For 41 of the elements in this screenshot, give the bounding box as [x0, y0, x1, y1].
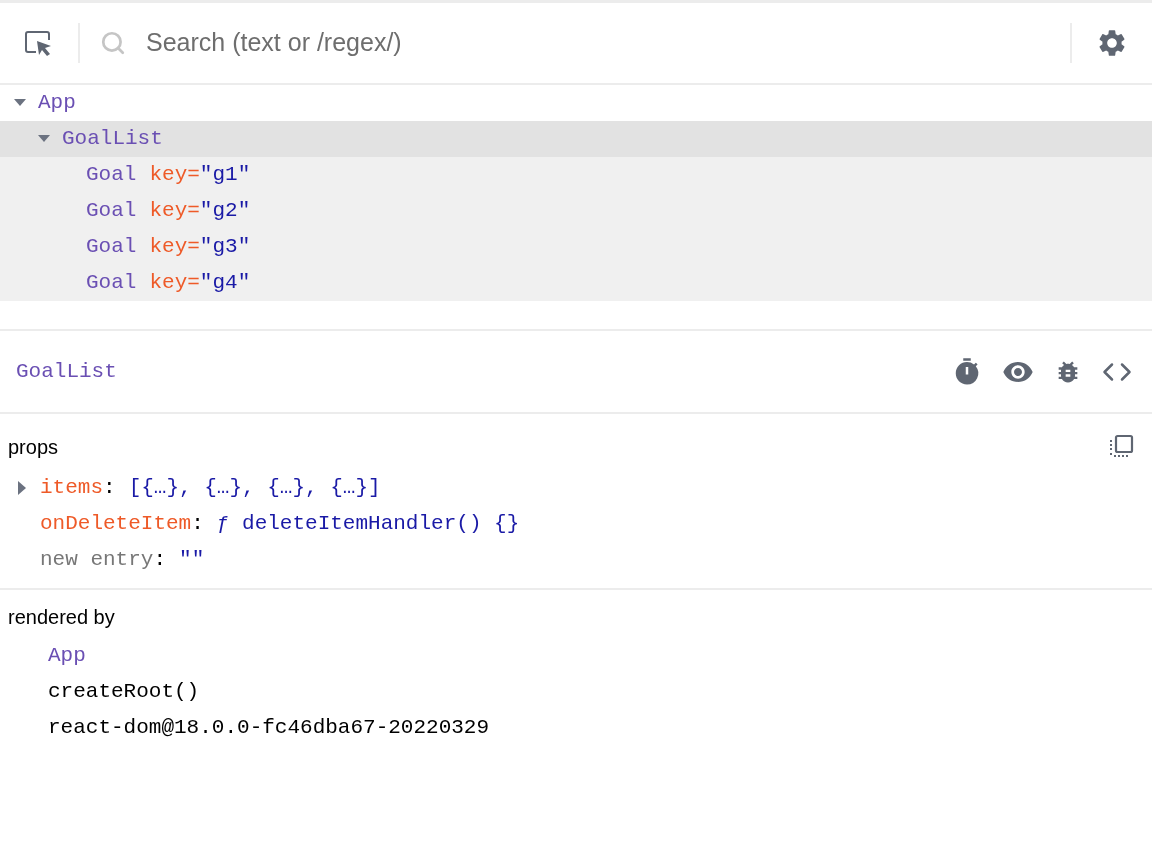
prop-name: onDeleteItem — [40, 511, 192, 538]
caret-down-icon[interactable] — [38, 135, 50, 143]
component-title: GoalList — [16, 358, 117, 385]
prop-value: ƒ deleteItemHandler() {} — [216, 511, 520, 538]
caret-right-icon[interactable] — [18, 481, 26, 495]
attribute-value: "g2" — [199, 198, 251, 225]
owner-text: createRoot() — [48, 679, 200, 706]
prop-value: [{…}, {…}, {…}, {…}] — [128, 475, 381, 502]
attribute-name: key= — [149, 234, 200, 261]
attribute-value: "g4" — [199, 270, 251, 297]
attribute-name: key= — [149, 162, 200, 189]
prop-name[interactable]: new entry — [40, 544, 154, 576]
prop-name: items — [40, 475, 103, 502]
attribute-name: key= — [149, 198, 200, 225]
search-icon — [100, 30, 126, 56]
component-name: Goal — [86, 234, 137, 261]
search-field[interactable]: Search (text or /regex/) — [146, 24, 1054, 62]
section-heading: props — [8, 435, 59, 460]
attribute-value: "g3" — [199, 234, 251, 261]
attribute-value: "g1" — [199, 162, 251, 189]
component-name: App — [38, 90, 76, 117]
owner-link[interactable]: App — [48, 640, 86, 672]
copy-icon — [1108, 434, 1134, 460]
copy-button[interactable] — [1108, 434, 1134, 460]
prop-separator: : — [103, 475, 116, 502]
attribute-name: key= — [149, 270, 200, 297]
prop-separator: : — [191, 511, 204, 538]
tree-row[interactable]: Goal key="g2" — [0, 193, 1152, 229]
tree-row[interactable]: Goal key="g4" — [0, 265, 1152, 301]
prop-value[interactable]: "" — [179, 544, 205, 576]
caret-down-icon[interactable] — [14, 99, 26, 107]
owner-text: react-dom@18.0.0-fc46dba67-20220329 — [48, 715, 490, 742]
tree-row[interactable]: GoalList — [0, 121, 1152, 157]
component-name: Goal — [86, 198, 137, 225]
component-name: Goal — [86, 162, 137, 189]
component-name: Goal — [86, 270, 137, 297]
tree-row[interactable]: Goal key="g3" — [0, 229, 1152, 265]
component-name: GoalList — [62, 126, 163, 153]
section-heading: rendered by — [8, 605, 115, 630]
prop-separator: : — [153, 547, 167, 574]
tree-row[interactable]: Goal key="g1" — [0, 157, 1152, 193]
